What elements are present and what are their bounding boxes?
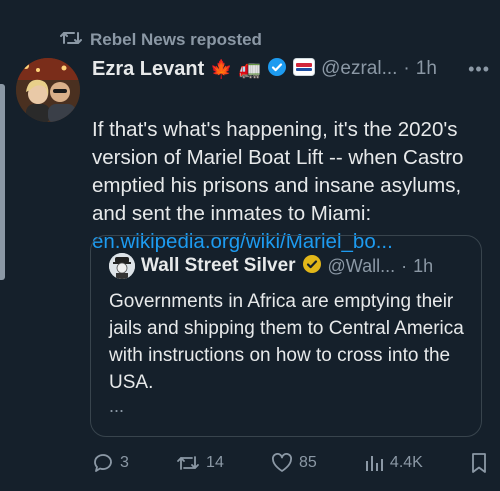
- repost-count: 14: [206, 454, 224, 471]
- reply-icon: [92, 452, 114, 474]
- quote-timestamp[interactable]: 1h: [413, 256, 433, 277]
- tweet-header: Ezra Levant 🍁 🚛 @ezral... · 1h •••: [92, 54, 490, 84]
- quote-author-handle[interactable]: @Wall...: [328, 256, 396, 277]
- quote-header: Wall Street Silver @Wall... · 1h: [109, 252, 471, 280]
- quote-author-name[interactable]: Wall Street Silver: [141, 255, 296, 277]
- repost-indicator[interactable]: Rebel News reposted: [60, 28, 262, 52]
- repost-label: Rebel News reposted: [90, 30, 262, 49]
- like-count: 85: [298, 454, 317, 471]
- maple-leaf-icon: 🍁: [210, 59, 233, 79]
- avatar[interactable]: [16, 58, 80, 122]
- affiliate-badge-icon[interactable]: [293, 57, 316, 81]
- tweet-text: If that's what's happening, it's the 202…: [92, 118, 464, 225]
- views-button[interactable]: 4.4K: [364, 453, 423, 473]
- like-button[interactable]: 85: [271, 453, 317, 473]
- truck-icon: 🚛: [238, 59, 262, 79]
- left-edge-indicator: [0, 84, 5, 280]
- action-bar: 3 14 85 4.4K: [92, 448, 488, 478]
- quote-tweet-card[interactable]: Wall Street Silver @Wall... · 1h Governm…: [90, 235, 482, 437]
- heart-icon: [271, 453, 293, 473]
- quote-time-separator: ·: [401, 255, 408, 276]
- author-handle[interactable]: @ezral...: [321, 58, 397, 80]
- bookmark-button[interactable]: [470, 452, 488, 474]
- author-name[interactable]: Ezra Levant: [92, 58, 204, 81]
- reply-count: 3: [120, 454, 129, 471]
- view-count: 4.4K: [389, 454, 423, 471]
- verified-badge-icon: [267, 57, 287, 82]
- quote-avatar[interactable]: [109, 253, 135, 279]
- repost-action-icon: [176, 453, 200, 473]
- repost-icon: [60, 29, 82, 52]
- time-separator: ·: [403, 58, 410, 79]
- analytics-icon: [364, 453, 384, 473]
- reply-button[interactable]: 3: [92, 452, 129, 474]
- bookmark-icon: [470, 452, 488, 474]
- quote-ellipsis: ...: [109, 396, 125, 416]
- repost-button[interactable]: 14: [176, 453, 224, 473]
- gold-verified-badge-icon: [302, 254, 322, 279]
- more-options-icon[interactable]: •••: [468, 59, 490, 80]
- timestamp[interactable]: 1h: [416, 58, 437, 80]
- quote-text: Governments in Africa are emptying their…: [109, 291, 464, 393]
